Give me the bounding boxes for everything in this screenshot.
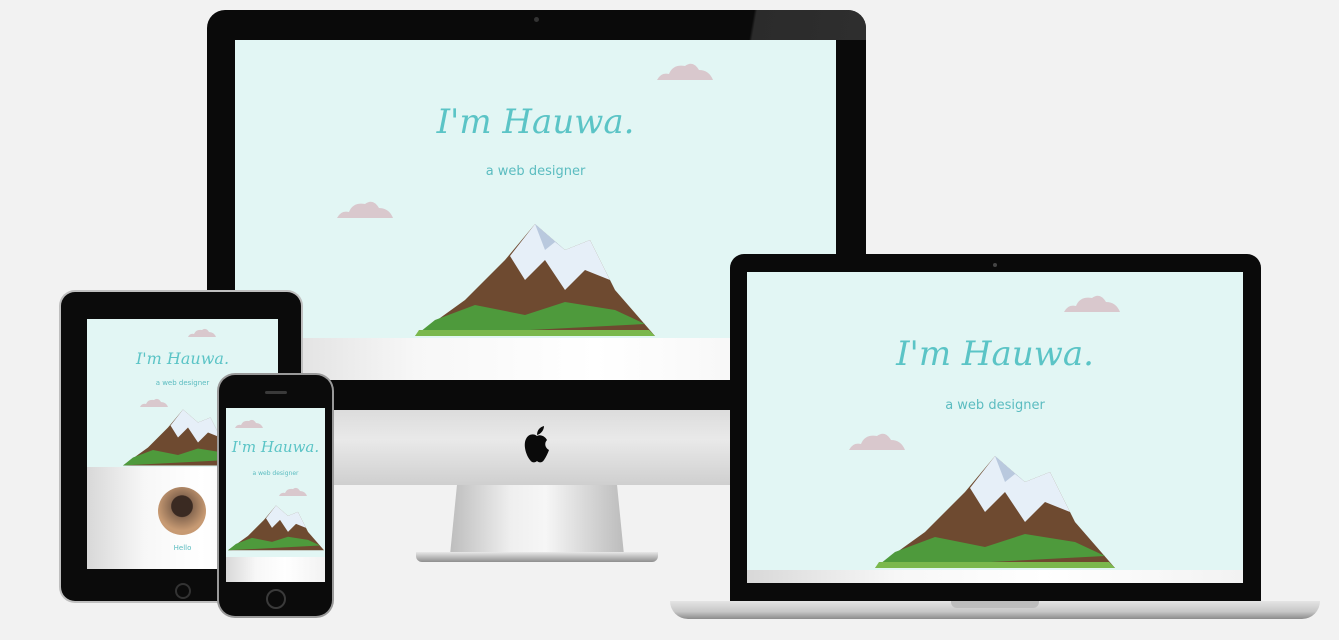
cloud-icon	[657, 63, 713, 80]
laptop-screen: I'm Hauwa. a web designer	[747, 272, 1243, 583]
hero-title: I'm Hauwa.	[135, 349, 230, 368]
mountain-illustration	[228, 505, 324, 551]
imac-reflection	[725, 10, 866, 40]
avatar	[158, 487, 206, 535]
hero-title: I'm Hauwa.	[231, 438, 320, 456]
cloud-icon	[337, 201, 393, 218]
hero-subtitle: a web designer	[485, 164, 586, 179]
imac-foot	[416, 552, 658, 562]
phone-home-button	[266, 589, 286, 609]
tablet-home-button	[175, 583, 191, 599]
cloud-icon	[235, 419, 263, 428]
phone-screen: I'm Hauwa. a web designer	[226, 408, 325, 582]
phone-speaker	[265, 391, 287, 394]
cloud-icon	[279, 487, 307, 496]
laptop-notch	[951, 601, 1039, 608]
hero-subtitle: a web designer	[945, 398, 1045, 413]
hero-title: I'm Hauwa.	[896, 334, 1094, 374]
imac-camera	[534, 17, 539, 22]
imac-stand	[450, 485, 624, 555]
hero-subtitle: a web designer	[252, 470, 299, 477]
cloud-icon	[188, 328, 216, 337]
mountain-illustration	[415, 224, 655, 336]
cloud-icon	[1064, 295, 1120, 312]
laptop-camera	[993, 263, 997, 267]
apple-logo-icon	[524, 426, 549, 463]
hero-title: I'm Hauwa.	[436, 102, 635, 142]
about-section	[747, 570, 1243, 583]
cloud-icon	[849, 433, 905, 450]
mountain-illustration	[875, 456, 1115, 568]
about-section	[226, 557, 325, 582]
